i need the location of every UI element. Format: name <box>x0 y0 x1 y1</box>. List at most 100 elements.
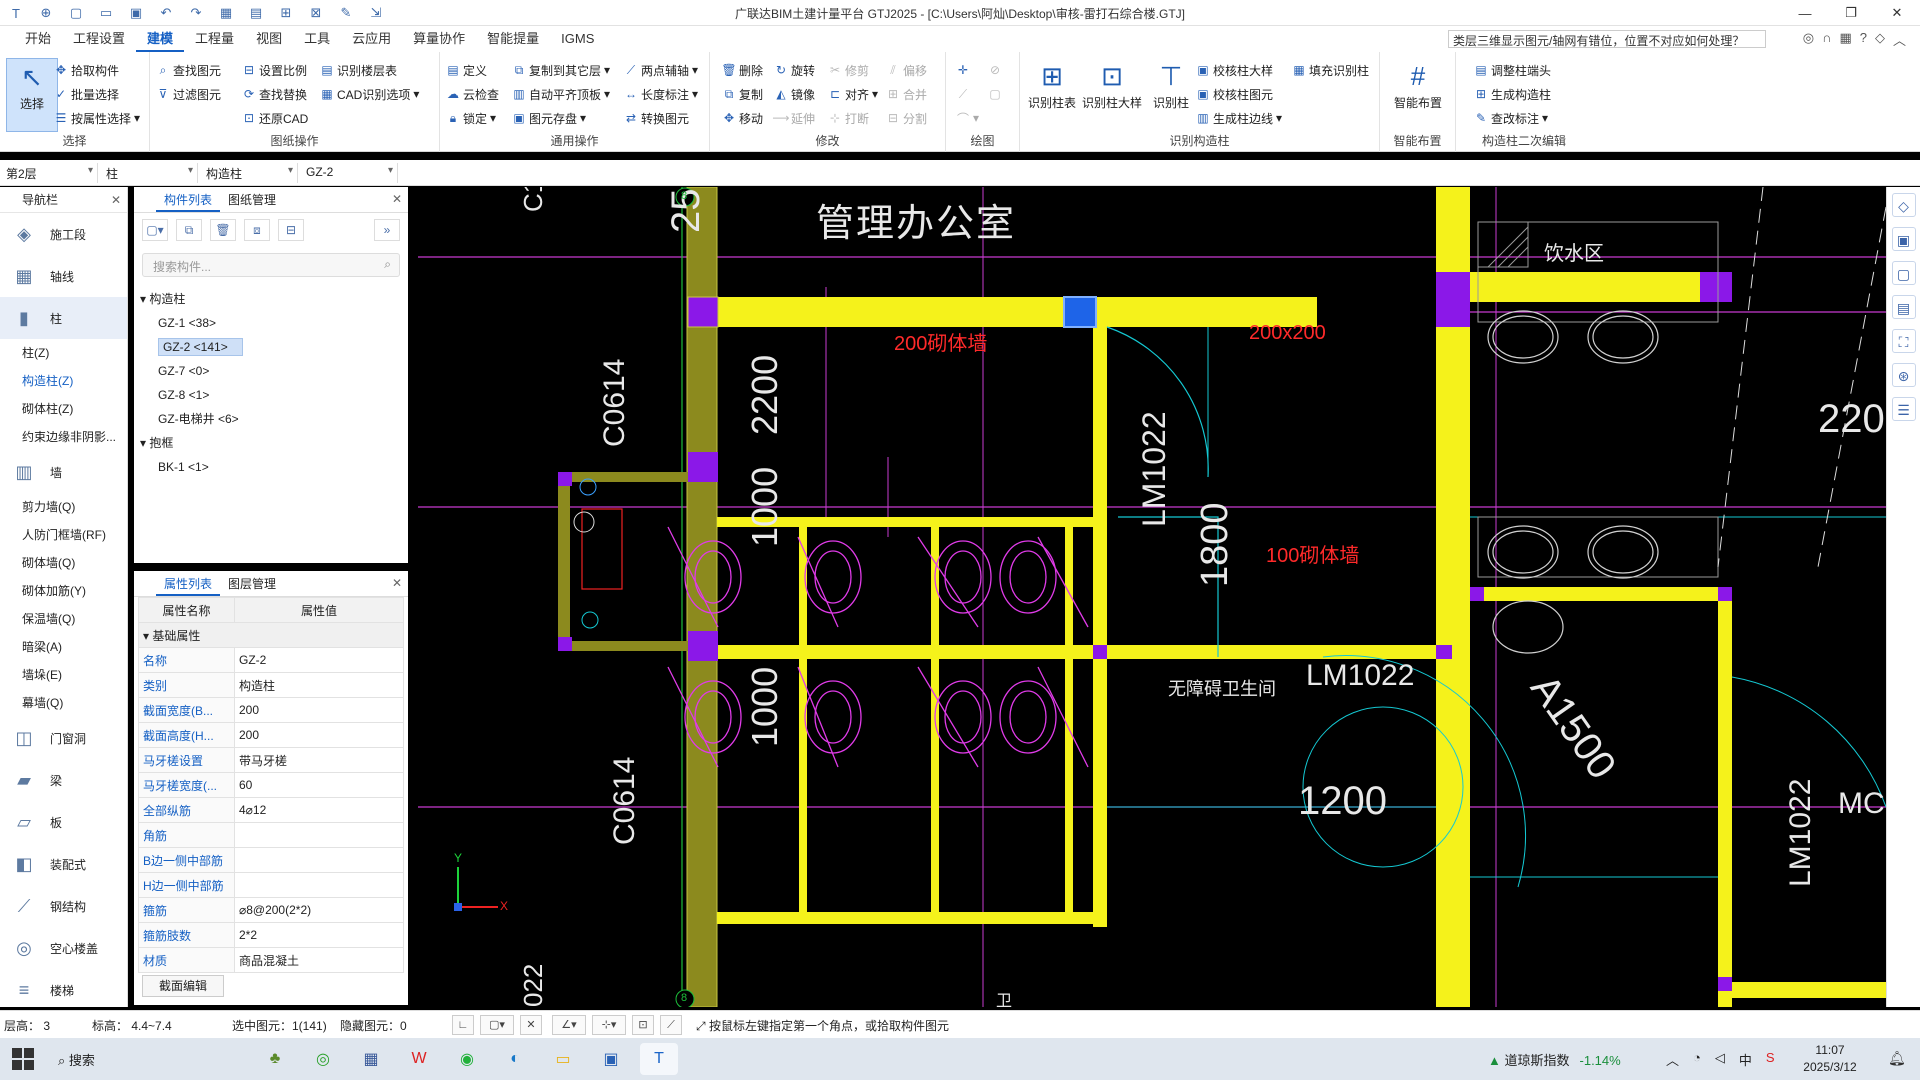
snap-icon[interactable]: ▢▾ <box>480 1015 514 1035</box>
edge-icon[interactable]: ◐ <box>496 1043 534 1075</box>
tab-drawing-management[interactable]: 图纸管理 <box>220 187 284 212</box>
taskbar-search[interactable]: ⌕ 搜索 <box>58 1050 95 1069</box>
rotate-button[interactable]: ↻ 旋转 <box>774 60 815 80</box>
pick-component-button[interactable]: ✥ 拾取构件 <box>54 60 119 80</box>
tree-item[interactable]: GZ-8 <1> <box>134 383 408 407</box>
check-column-detail-button[interactable]: ▣ 校核柱大样 <box>1196 60 1273 80</box>
new-component-icon[interactable]: ▢▾ <box>142 219 168 241</box>
recognize-floor-table-button[interactable]: ▤ 识别楼层表 <box>320 60 397 80</box>
find-element-button[interactable]: ⌕ 查找图元 <box>156 60 221 80</box>
generate-column-edge-button[interactable]: ▥ 生成柱边线 ▾ <box>1196 108 1282 128</box>
delete-component-icon[interactable]: 🗑︎ <box>210 219 236 241</box>
nav-subitem-15[interactable]: 幕墙(Q) <box>0 689 127 717</box>
type-select[interactable]: 构造柱 <box>202 163 298 183</box>
property-value[interactable] <box>234 822 404 848</box>
nav-subitem-13[interactable]: 暗梁(A) <box>0 633 127 661</box>
nav-item-19[interactable]: ◧ 装配式 <box>0 843 127 885</box>
ortho-icon[interactable]: ∟ <box>452 1015 474 1035</box>
property-value[interactable] <box>234 847 404 873</box>
check-column-element-button[interactable]: ▣ 校核柱图元 <box>1196 84 1273 104</box>
tab-modeling[interactable]: 建模 <box>136 26 185 52</box>
component-select[interactable]: GZ-2 <box>302 163 398 183</box>
smart-layout-button[interactable]: # 智能布置 <box>1390 58 1446 111</box>
property-value[interactable]: 商品混凝土 <box>234 947 404 973</box>
nav-subitem-11[interactable]: 砌体加筋(Y) <box>0 577 127 605</box>
select-by-property-button[interactable]: ☰ 按属性选择 ▾ <box>54 108 140 128</box>
clock[interactable]: 11:07 2025/3/12 <box>1790 1042 1870 1076</box>
wechat-icon[interactable]: ◉ <box>448 1043 486 1075</box>
tree-item[interactable]: GZ-2 <141> <box>134 335 408 359</box>
chevron-up-icon[interactable]: ︿ <box>1666 1050 1679 1069</box>
tab-collab[interactable]: 算量协作 <box>402 26 476 52</box>
property-section[interactable]: ▾ 基础属性 <box>138 622 404 648</box>
adjust-column-end-button[interactable]: ▤ 调整柱端头 <box>1474 60 1551 80</box>
nav-subitem-3[interactable]: 柱(Z) <box>0 339 127 367</box>
property-value[interactable] <box>234 872 404 898</box>
generate-construct-column-button[interactable]: ⊞ 生成构造柱 <box>1474 84 1551 104</box>
extend-button[interactable]: ⟶ 延伸 <box>772 108 815 128</box>
angle-icon[interactable]: ∠▾ <box>552 1015 586 1035</box>
floor-select[interactable]: 第2层 <box>2 163 98 183</box>
filter-element-button[interactable]: ⊽ 过滤图元 <box>156 84 221 104</box>
mirror-button[interactable]: ◭ 镜像 <box>774 84 815 104</box>
rect-draw-button[interactable]: ▢ <box>988 84 1002 104</box>
collapse-ribbon-icon[interactable]: ︿ <box>1893 30 1906 49</box>
notification-icon[interactable]: 🔔︎ <box>1888 1050 1906 1067</box>
close-icon[interactable]: ✕ <box>111 187 121 213</box>
line-draw-button[interactable]: ⟋ <box>956 84 970 104</box>
rotate-point-button[interactable]: ⊘ <box>988 60 1002 80</box>
orbit-icon[interactable]: ⊛ <box>1891 363 1916 387</box>
cad-drawing[interactable] <box>418 187 1886 1007</box>
nav-item-17[interactable]: ▰ 梁 <box>0 759 127 801</box>
edit-label-button[interactable]: ✎ 查改标注 ▾ <box>1474 108 1548 128</box>
nav-subitem-9[interactable]: 人防门框墙(RF) <box>0 521 127 549</box>
property-value[interactable]: ⌀8@200(2*2) <box>234 897 404 923</box>
offset-input-icon[interactable]: ⊹▾ <box>592 1015 626 1035</box>
delete-button[interactable]: 🗑︎ 删除 <box>721 60 763 80</box>
nav-subitem-14[interactable]: 墙垛(E) <box>0 661 127 689</box>
nav-subitem-12[interactable]: 保温墙(Q) <box>0 605 127 633</box>
headset-icon[interactable]: ∩ <box>1822 30 1831 49</box>
nav-item-7[interactable]: ▥ 墙 <box>0 451 127 493</box>
nav-subitem-10[interactable]: 砌体墙(Q) <box>0 549 127 577</box>
align-button[interactable]: ⊏ 对齐 ▾ <box>828 84 878 104</box>
property-value[interactable]: GZ-2 <box>234 647 404 673</box>
recognize-column-detail-button[interactable]: ⊡ 识别柱大样 <box>1080 58 1144 111</box>
lock-button[interactable]: 🔒︎ 锁定 ▾ <box>446 108 496 128</box>
3d-view-icon[interactable]: ◇ <box>1891 193 1916 217</box>
cross-snap-icon[interactable]: ✕ <box>520 1015 542 1035</box>
cad-options-button[interactable]: ▦ CAD识别选项 ▾ <box>320 84 419 104</box>
property-value[interactable]: 构造柱 <box>234 672 404 698</box>
tree-group[interactable]: ▾ 构造柱 <box>134 287 408 311</box>
length-dimension-button[interactable]: ↔ 长度标注 ▾ <box>624 84 698 104</box>
tab-cloud[interactable]: 云应用 <box>341 26 402 52</box>
point-draw-button[interactable]: ✛ <box>956 60 970 80</box>
tree-item[interactable]: BK-1 <1> <box>134 455 408 479</box>
help-search-input[interactable]: 类层三维显示图元/轴网有错位，位置不对应如何处理？ <box>1448 30 1766 48</box>
tab-component-list[interactable]: 构件列表 <box>156 187 221 212</box>
component-search-input[interactable]: 搜索构件... ⌕ <box>142 253 400 277</box>
batch-select-button[interactable]: ✓ 批量选择 <box>54 84 119 104</box>
tab-tools[interactable]: 工具 <box>293 26 341 52</box>
cad-app-icon[interactable]: ▣ <box>592 1043 630 1075</box>
nav-item-0[interactable]: ◈ 施工段 <box>0 213 127 255</box>
property-value[interactable]: 60 <box>234 772 404 798</box>
nav-item-21[interactable]: ◎ 空心楼盖 <box>0 927 127 969</box>
tab-igms[interactable]: IGMS <box>550 26 605 52</box>
copy-to-other-floor-button[interactable]: ⧉ 复制到其它层 ▾ <box>512 60 610 80</box>
section-edit-button[interactable]: 截面编辑 <box>142 975 224 997</box>
box-view-icon[interactable]: ▢ <box>1891 261 1916 285</box>
fill-recognize-column-button[interactable]: ▦ 填充识别柱 <box>1292 60 1369 80</box>
file-explorer-icon[interactable]: ▭ <box>544 1043 582 1075</box>
cube-icon[interactable]: ▣ <box>1891 227 1916 251</box>
windows-start-icon[interactable] <box>12 1048 34 1070</box>
auto-align-slab-button[interactable]: ▥ 自动平齐顶板 ▾ <box>512 84 610 104</box>
select-button[interactable]: ↖ 选择 <box>6 58 58 132</box>
stock-widget[interactable]: ▲ 道琼斯指数 -1.14% <box>1488 1050 1621 1069</box>
sort-icon[interactable]: ⊟ <box>278 219 304 241</box>
notes-icon[interactable]: ☰ <box>1891 397 1916 421</box>
arc-draw-button[interactable]: ⌒ ▾ <box>956 108 979 128</box>
tree-group[interactable]: ▾ 抱框 <box>134 431 408 455</box>
nav-subitem-8[interactable]: 剪力墙(Q) <box>0 493 127 521</box>
gtj-app-icon[interactable]: T <box>640 1043 678 1075</box>
